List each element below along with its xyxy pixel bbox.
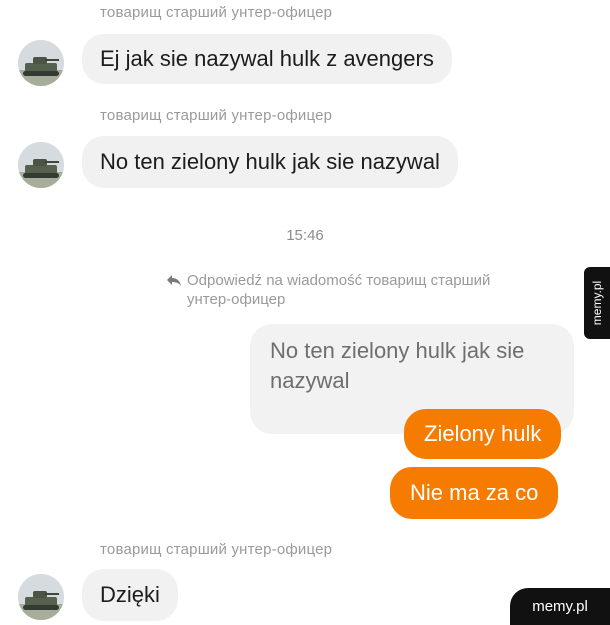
reply-header-text: Odpowiedź na wiadomość товарищ старший у… xyxy=(187,272,491,308)
message-text: Nie ma za co xyxy=(410,480,539,505)
message-text: No ten zielony hulk jak sie nazywal xyxy=(100,149,440,174)
reply-header: Odpowiedź na wiadomość товарищ старший у… xyxy=(166,271,506,309)
watermark-side-text: memy.pl xyxy=(590,280,604,326)
timestamp: 15:46 xyxy=(286,227,324,244)
message-text: Dzięki xyxy=(100,582,160,607)
sender-name: товарищ старший унтер-офицер xyxy=(100,541,333,558)
watermark-corner: memy.pl xyxy=(510,588,610,625)
watermark-side-tab: memy.pl xyxy=(584,267,610,339)
sender-name: товарищ старший унтер-офицер xyxy=(100,4,333,21)
chat-screen: товарищ старший унтер-офицер Ej jak sie … xyxy=(0,0,610,625)
avatar[interactable] xyxy=(18,40,64,86)
tank-avatar-icon xyxy=(18,142,64,188)
message-text: Zielony hulk xyxy=(424,421,542,446)
message-bubble[interactable]: Dzięki xyxy=(82,569,178,621)
message-bubble[interactable]: Ej jak sie nazywal hulk z avengers xyxy=(82,34,452,84)
outgoing-message-bubble[interactable]: Zielony hulk xyxy=(404,409,562,459)
avatar[interactable] xyxy=(18,142,64,188)
tank-avatar-icon xyxy=(18,40,64,86)
quoted-message-text: No ten zielony hulk jak sie nazywal xyxy=(270,338,525,393)
sender-name: товарищ старший унтер-офицер xyxy=(100,107,333,124)
reply-arrow-icon xyxy=(167,275,181,286)
message-text: Ej jak sie nazywal hulk z avengers xyxy=(100,46,434,71)
avatar[interactable] xyxy=(18,574,64,620)
tank-avatar-icon xyxy=(18,574,64,620)
outgoing-message-bubble[interactable]: Nie ma za co xyxy=(390,467,559,519)
message-bubble[interactable]: No ten zielony hulk jak sie nazywal xyxy=(82,136,458,188)
